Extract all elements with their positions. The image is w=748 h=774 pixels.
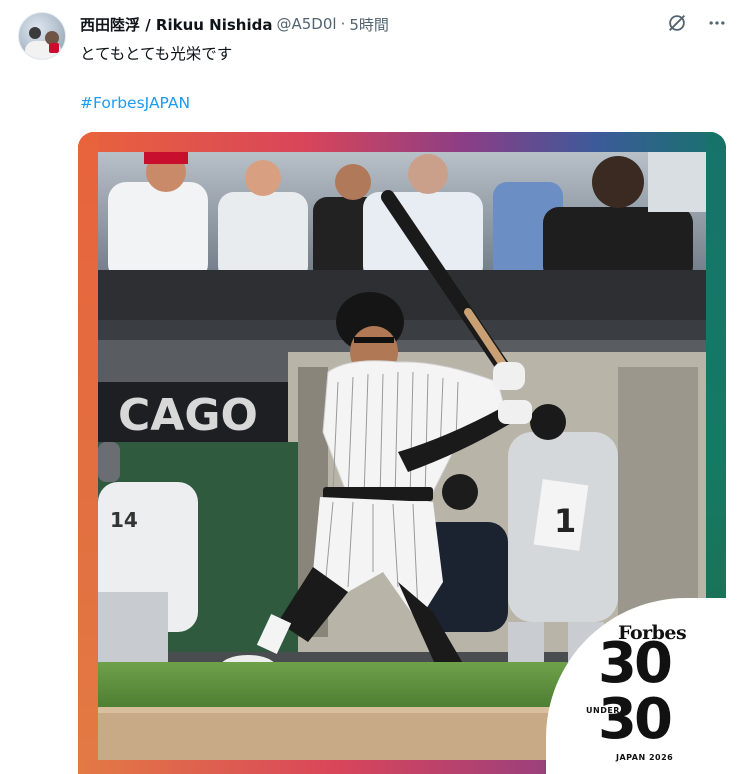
badge-edition-label: JAPAN 2026 (616, 753, 674, 762)
tweet-text: とてもとても光栄です (80, 45, 233, 63)
tweet-time[interactable]: 5時間 (349, 14, 389, 35)
grok-icon[interactable] (664, 10, 690, 36)
display-name[interactable]: 西田陸浮 / Rikuu Nishida (80, 14, 272, 35)
tweet-media[interactable]: CAGO 14 1 Forbes 30 UNDER 30 JAPAN 2026 (78, 132, 726, 774)
player-number-14: 14 (110, 508, 138, 532)
tweet-card: 西田陸浮 / Rikuu Nishida @A5D0l · 5時間 とてもとても… (0, 0, 748, 774)
coach-sign-number: 1 (554, 502, 576, 540)
more-icon[interactable] (704, 10, 730, 36)
tweet-actions-top (664, 10, 730, 36)
user-handle[interactable]: @A5D0l (276, 15, 336, 33)
badge-number-top: 30 (598, 631, 673, 696)
separator-dot: · (340, 15, 346, 33)
stadium-sign: CAGO (118, 390, 258, 441)
hashtag-link[interactable]: #ForbesJAPAN (80, 94, 190, 112)
avatar[interactable] (18, 12, 66, 60)
tweet-header: 西田陸浮 / Rikuu Nishida @A5D0l · 5時間 (80, 12, 389, 36)
badge-number-bottom: 30 (598, 687, 673, 752)
